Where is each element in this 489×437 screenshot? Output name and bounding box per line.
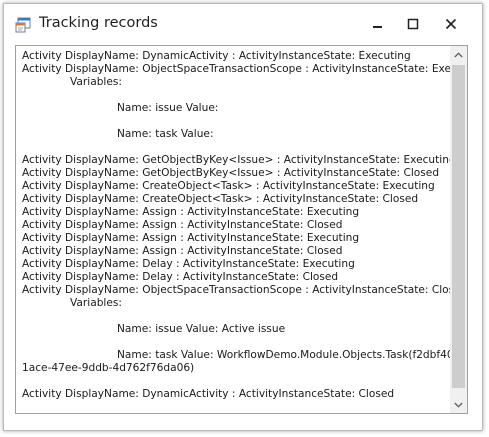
log-blank-line <box>22 310 450 323</box>
maximize-icon <box>407 18 419 30</box>
log-line: Activity DisplayName: DynamicActivity : … <box>22 388 395 400</box>
log-line: Activity DisplayName: Assign : ActivityI… <box>22 245 343 257</box>
log-line: Activity DisplayName: ObjectSpaceTransac… <box>22 284 468 296</box>
log-line: Name: issue Value: Active issue <box>117 323 286 335</box>
log-line: Variables: <box>70 297 122 309</box>
log-line: Activity DisplayName: ObjectSpaceTransac… <box>22 63 468 75</box>
log-blank-line <box>22 375 450 388</box>
close-icon <box>445 18 457 30</box>
log-line: Activity DisplayName: DynamicActivity : … <box>22 50 411 62</box>
minimize-button[interactable] <box>360 9 396 39</box>
log-line: Variables: <box>70 76 122 88</box>
log-line: Activity DisplayName: Assign : ActivityI… <box>22 219 343 231</box>
minimize-icon <box>373 26 382 28</box>
log-line: Activity DisplayName: GetObjectByKey<Iss… <box>22 154 456 166</box>
log-line: Name: issue Value: <box>117 102 219 114</box>
title-bar[interactable]: Tracking records <box>4 4 482 44</box>
form-window-icon <box>15 17 31 33</box>
vertical-scrollbar[interactable] <box>450 46 467 413</box>
chevron-up-icon <box>454 51 463 57</box>
close-button[interactable] <box>433 9 469 39</box>
log-line: Activity DisplayName: CreateObject<Task>… <box>22 193 419 205</box>
tracking-log: Activity DisplayName: DynamicActivity : … <box>22 50 468 401</box>
log-line: Name: task Value: <box>117 128 214 140</box>
maximize-button[interactable] <box>395 9 431 39</box>
scroll-up-button[interactable] <box>450 46 467 63</box>
log-blank-line <box>22 141 450 154</box>
chevron-down-icon <box>454 402 463 408</box>
window-title: Tracking records <box>39 15 158 31</box>
log-line: Activity DisplayName: Assign : ActivityI… <box>22 232 360 244</box>
log-line: Activity DisplayName: CreateObject<Task>… <box>22 180 435 192</box>
log-blank-line <box>22 89 450 102</box>
log-line: Activity DisplayName: Delay : ActivityIn… <box>22 271 339 283</box>
tracking-records-window: Tracking records Activity DisplayName: D… <box>3 3 483 431</box>
log-blank-line <box>22 336 450 349</box>
scrollbar-thumb[interactable] <box>452 65 465 388</box>
log-blank-line <box>22 115 450 128</box>
tracking-log-textbox[interactable]: Activity DisplayName: DynamicActivity : … <box>15 45 468 414</box>
log-line: 1ace-47ee-9ddb-4d762f76da06) <box>22 362 195 374</box>
log-line: Activity DisplayName: Assign : ActivityI… <box>22 206 360 218</box>
log-line: Activity DisplayName: GetObjectByKey<Iss… <box>22 167 440 179</box>
log-line: Name: task Value: WorkflowDemo.Module.Ob… <box>117 349 464 361</box>
log-line: Activity DisplayName: Delay : ActivityIn… <box>22 258 355 270</box>
scroll-down-button[interactable] <box>450 396 467 413</box>
